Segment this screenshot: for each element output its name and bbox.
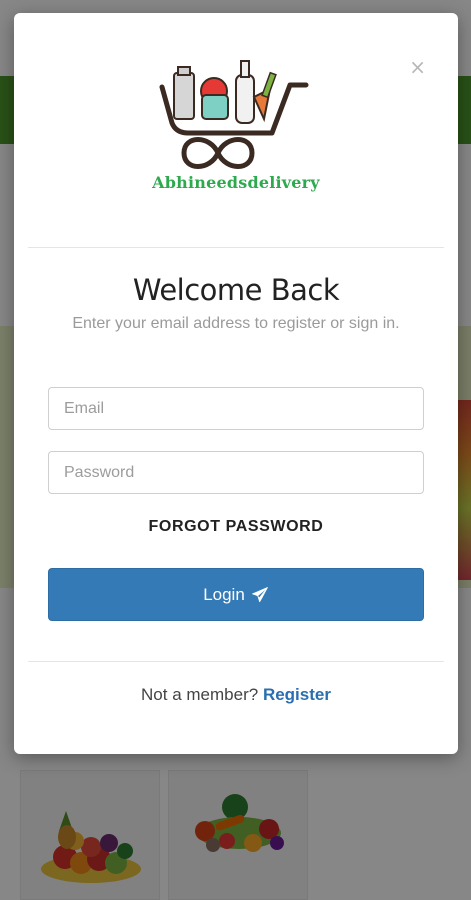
login-button-label: Login <box>203 584 245 604</box>
register-prompt: Not a member? Register <box>14 685 458 705</box>
not-member-text: Not a member? <box>141 685 259 704</box>
modal-subtitle: Enter your email address to register or … <box>72 315 400 332</box>
brand-logo <box>159 60 309 169</box>
paper-plane-icon <box>251 586 268 602</box>
close-icon[interactable]: × <box>409 57 426 77</box>
register-link[interactable]: Register <box>263 685 331 704</box>
footer-divider <box>28 661 444 662</box>
password-field[interactable] <box>48 451 424 494</box>
modal-title: Welcome Back <box>132 273 340 307</box>
forgot-password-link[interactable]: FORGOT PASSWORD <box>14 518 458 536</box>
brand-name: Abhineedsdelivery <box>152 173 320 192</box>
header-divider <box>28 247 444 248</box>
login-button[interactable]: Login <box>48 568 424 621</box>
login-modal: × Abhineedsdelivery Welcome Back Enter y… <box>14 13 458 754</box>
email-field[interactable] <box>48 387 424 430</box>
